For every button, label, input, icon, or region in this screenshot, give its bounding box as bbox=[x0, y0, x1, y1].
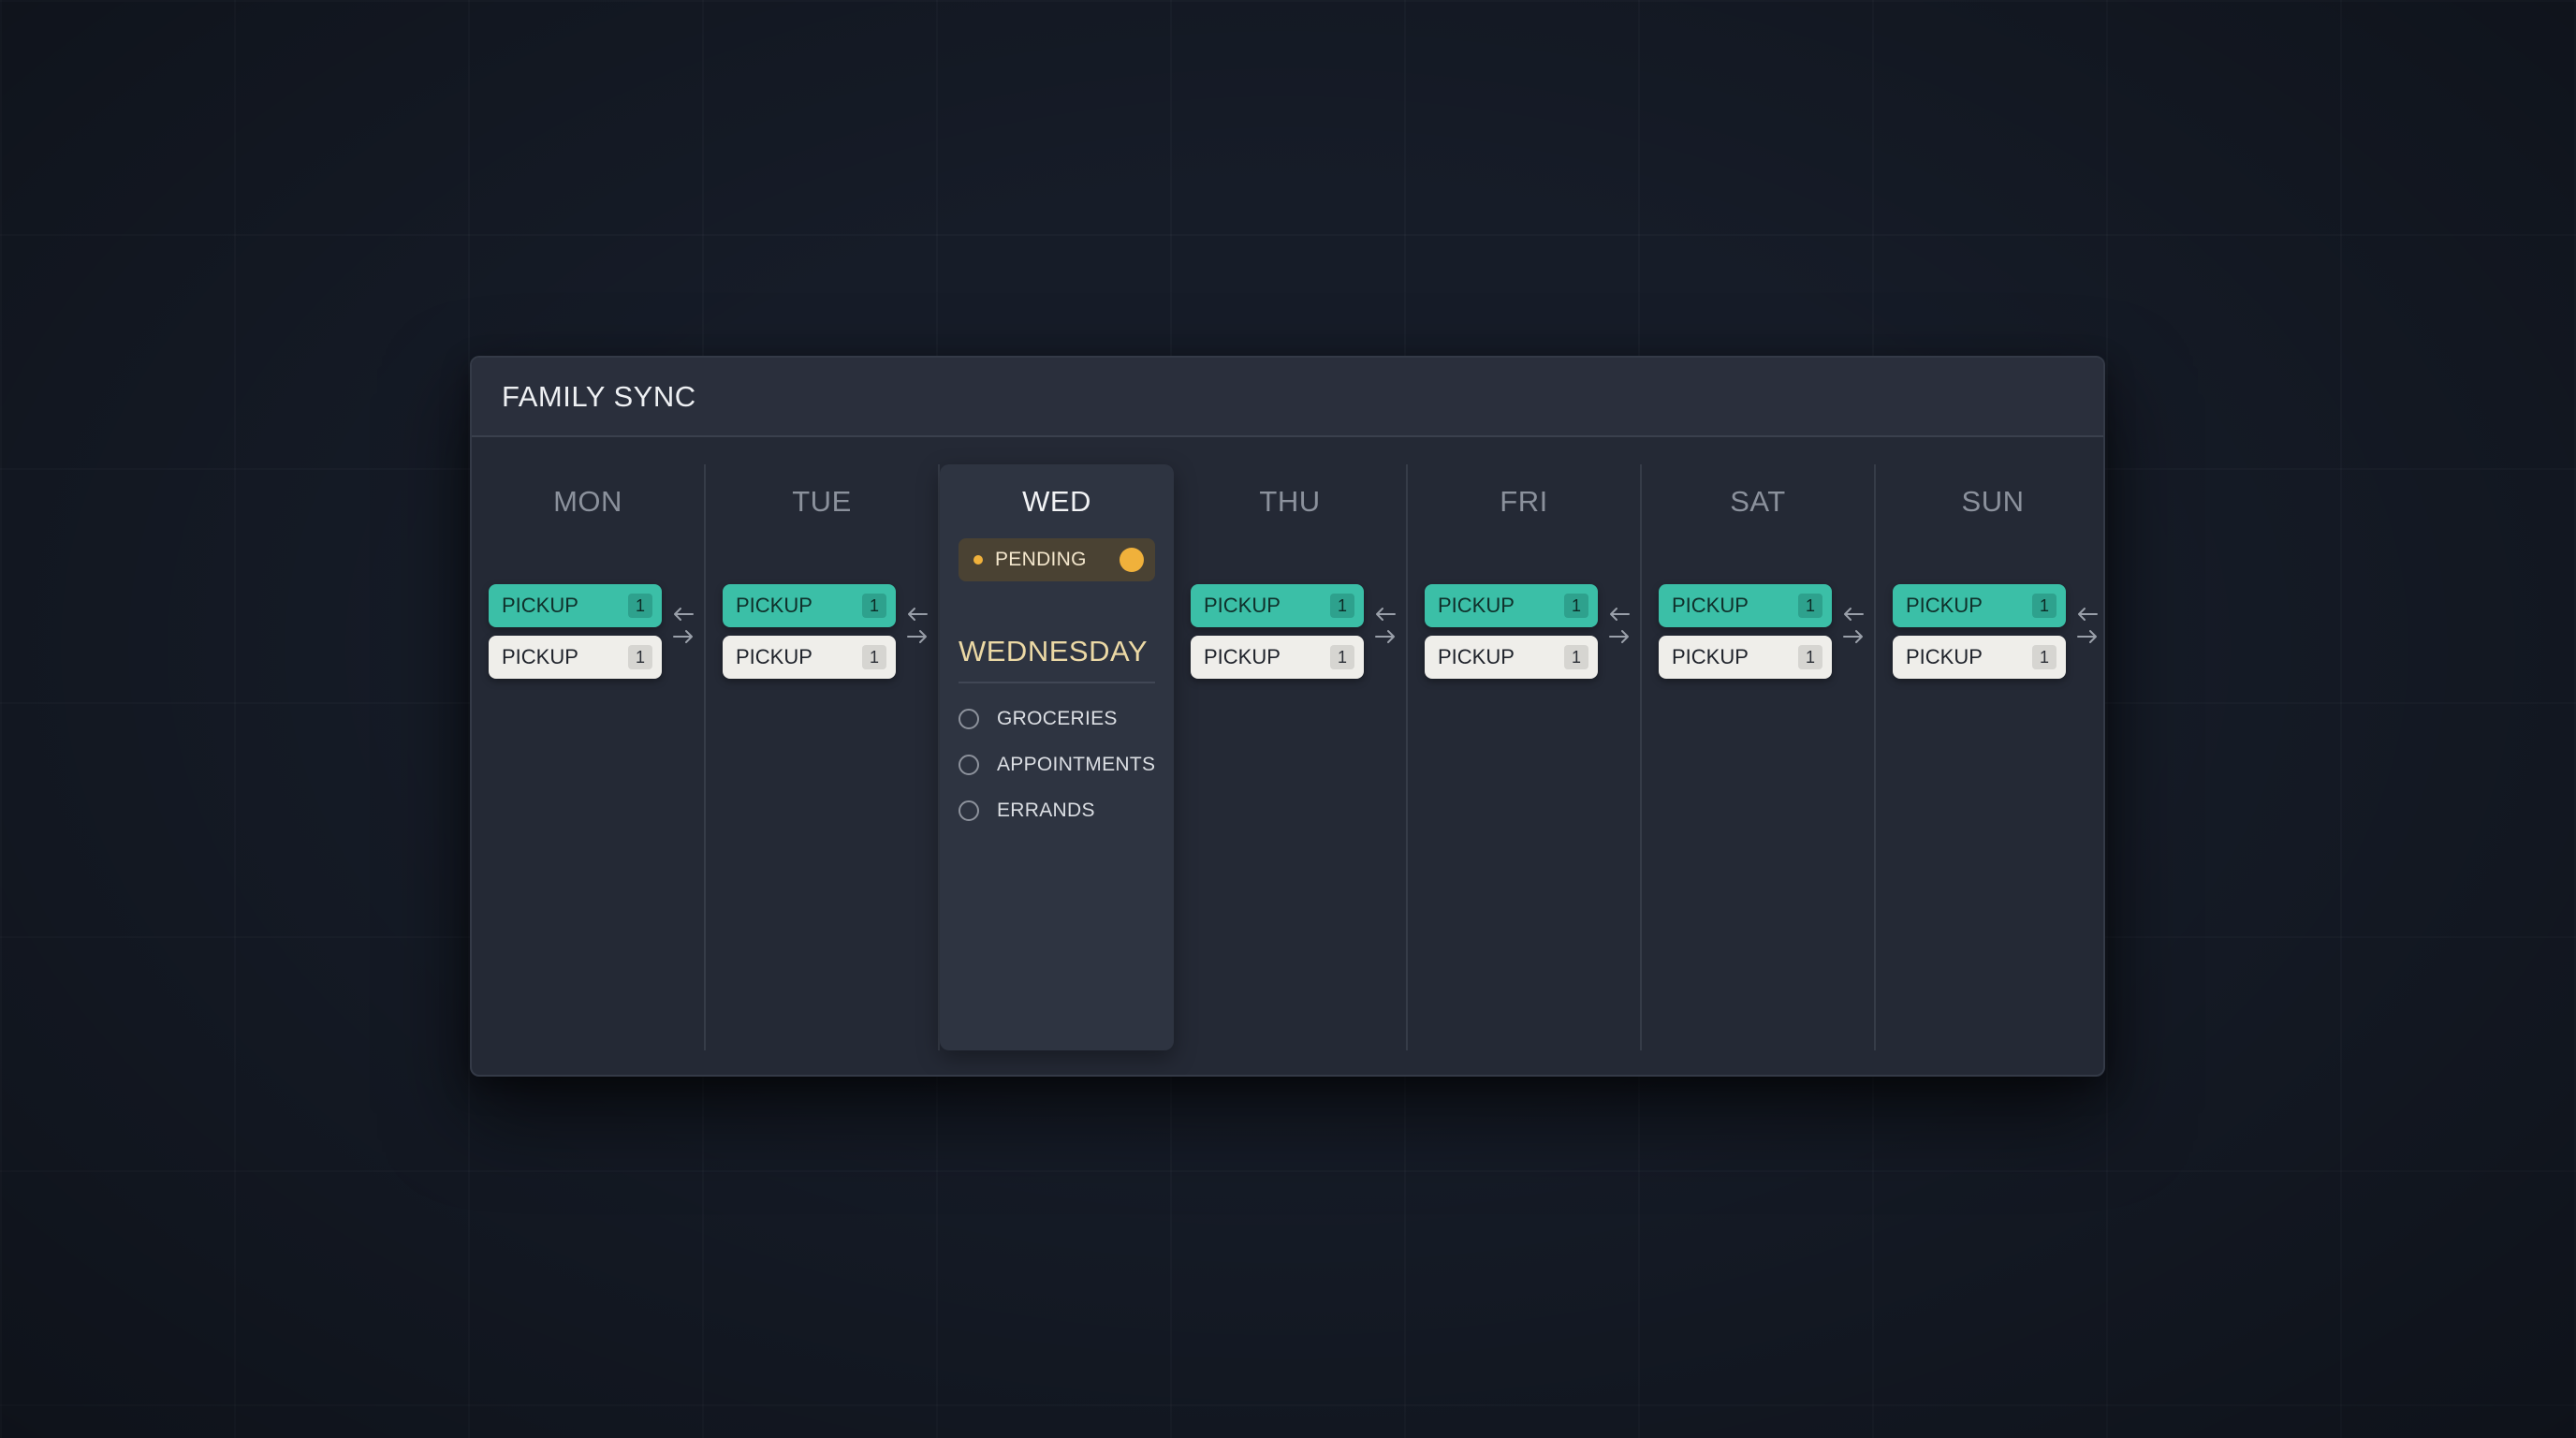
pill-label: PICKUP bbox=[502, 645, 578, 668]
pill-label: PICKUP bbox=[1204, 594, 1281, 617]
pill-label: PICKUP bbox=[736, 594, 812, 617]
title-bar: FAMILY SYNC bbox=[472, 358, 2103, 437]
radio-circle-icon[interactable] bbox=[959, 800, 979, 821]
day-column-tue: TUE PICKUP 1 PICKUP 1 bbox=[706, 464, 940, 1050]
app-window: FAMILY SYNC MON PICKUP 1 PICKUP 1 TUE PI… bbox=[470, 356, 2105, 1077]
pill-label: PICKUP bbox=[1906, 594, 1983, 617]
swap-arrows[interactable] bbox=[1604, 605, 1634, 657]
task-item-errands[interactable]: ERRANDS bbox=[959, 800, 1095, 822]
day-name: SAT bbox=[1730, 485, 1786, 518]
pill-label: PICKUP bbox=[1672, 594, 1749, 617]
pill-count-badge: 1 bbox=[2032, 594, 2056, 618]
pickup-pill-primary[interactable]: PICKUP 1 bbox=[1659, 584, 1832, 627]
arrow-left-icon bbox=[1844, 608, 1864, 621]
pill-count-badge: 1 bbox=[1798, 645, 1822, 669]
pill-count-badge: 1 bbox=[1330, 645, 1354, 669]
day-column-fri: FRI PICKUP 1 PICKUP 1 bbox=[1408, 464, 1642, 1050]
task-label: ERRANDS bbox=[997, 800, 1095, 821]
status-label: PENDING bbox=[995, 549, 1087, 570]
task-label: APPOINTMENTS bbox=[997, 754, 1156, 775]
pill-label: PICKUP bbox=[1906, 645, 1983, 668]
pill-count-badge: 1 bbox=[862, 645, 886, 669]
divider bbox=[959, 682, 1155, 683]
week-board: MON PICKUP 1 PICKUP 1 TUE PICKUP 1 PICKU… bbox=[472, 464, 2103, 1050]
expanded-day-title: WEDNESDAY bbox=[959, 635, 1149, 668]
swap-arrows[interactable] bbox=[1838, 605, 1868, 657]
day-name: THU bbox=[1259, 485, 1321, 518]
swap-arrows[interactable] bbox=[2072, 605, 2102, 657]
swap-arrows[interactable] bbox=[902, 605, 932, 657]
pickup-pill-secondary[interactable]: PICKUP 1 bbox=[1191, 636, 1364, 679]
pickup-pill-secondary[interactable]: PICKUP 1 bbox=[489, 636, 662, 679]
arrow-right-icon bbox=[1375, 630, 1395, 643]
pickup-pill-primary[interactable]: PICKUP 1 bbox=[489, 584, 662, 627]
arrow-left-icon bbox=[674, 608, 694, 621]
pill-label: PICKUP bbox=[1438, 645, 1515, 668]
task-label: GROCERIES bbox=[997, 708, 1118, 729]
status-dot-icon bbox=[973, 555, 983, 565]
day-column-wed-expanded[interactable]: WED PENDING WEDNESDAY GROCERIES APPOINTM… bbox=[940, 464, 1174, 1050]
pill-label: PICKUP bbox=[1438, 594, 1515, 617]
radio-circle-icon[interactable] bbox=[959, 755, 979, 775]
app-title: FAMILY SYNC bbox=[502, 379, 696, 413]
day-column-sat: SAT PICKUP 1 PICKUP 1 bbox=[1642, 464, 1876, 1050]
arrow-left-icon bbox=[1376, 608, 1396, 621]
pill-count-badge: 1 bbox=[1564, 645, 1588, 669]
pill-count-badge: 1 bbox=[628, 645, 652, 669]
pickup-pill-primary[interactable]: PICKUP 1 bbox=[1893, 584, 2066, 627]
pickup-pill-primary[interactable]: PICKUP 1 bbox=[1191, 584, 1364, 627]
arrow-right-icon bbox=[673, 630, 693, 643]
pill-count-badge: 1 bbox=[862, 594, 886, 618]
task-item-groceries[interactable]: GROCERIES bbox=[959, 708, 1118, 730]
day-name: FRI bbox=[1500, 485, 1548, 518]
arrow-left-icon bbox=[2078, 608, 2098, 621]
day-column-thu: THU PICKUP 1 PICKUP 1 bbox=[1174, 464, 1408, 1050]
pill-label: PICKUP bbox=[1672, 645, 1749, 668]
swap-arrows[interactable] bbox=[1370, 605, 1400, 657]
day-column-mon: MON PICKUP 1 PICKUP 1 bbox=[472, 464, 706, 1050]
pill-count-badge: 1 bbox=[2032, 645, 2056, 669]
pill-count-badge: 1 bbox=[1330, 594, 1354, 618]
pill-label: PICKUP bbox=[736, 645, 812, 668]
pickup-pill-primary[interactable]: PICKUP 1 bbox=[1425, 584, 1598, 627]
pickup-pill-secondary[interactable]: PICKUP 1 bbox=[1425, 636, 1598, 679]
arrow-right-icon bbox=[1609, 630, 1629, 643]
pill-label: PICKUP bbox=[502, 594, 578, 617]
day-name: TUE bbox=[792, 485, 852, 518]
task-item-appointments[interactable]: APPOINTMENTS bbox=[959, 754, 1155, 776]
pickup-pill-primary[interactable]: PICKUP 1 bbox=[723, 584, 896, 627]
toggle-knob-icon bbox=[1120, 548, 1144, 572]
pickup-pill-secondary[interactable]: PICKUP 1 bbox=[1659, 636, 1832, 679]
day-name: SUN bbox=[1961, 485, 2025, 518]
day-name: WED bbox=[1022, 485, 1091, 518]
pending-status-toggle[interactable]: PENDING bbox=[959, 538, 1155, 581]
arrow-right-icon bbox=[1843, 630, 1863, 643]
day-name: MON bbox=[553, 485, 622, 518]
pill-label: PICKUP bbox=[1204, 645, 1281, 668]
pickup-pill-secondary[interactable]: PICKUP 1 bbox=[1893, 636, 2066, 679]
arrow-left-icon bbox=[908, 608, 928, 621]
day-column-sun: SUN PICKUP 1 PICKUP 1 bbox=[1876, 464, 2103, 1050]
arrow-left-icon bbox=[1610, 608, 1630, 621]
pill-count-badge: 1 bbox=[628, 594, 652, 618]
arrow-right-icon bbox=[907, 630, 927, 643]
swap-arrows[interactable] bbox=[668, 605, 698, 657]
pill-count-badge: 1 bbox=[1564, 594, 1588, 618]
arrow-right-icon bbox=[2077, 630, 2097, 643]
pill-count-badge: 1 bbox=[1798, 594, 1822, 618]
radio-circle-icon[interactable] bbox=[959, 709, 979, 729]
pickup-pill-secondary[interactable]: PICKUP 1 bbox=[723, 636, 896, 679]
